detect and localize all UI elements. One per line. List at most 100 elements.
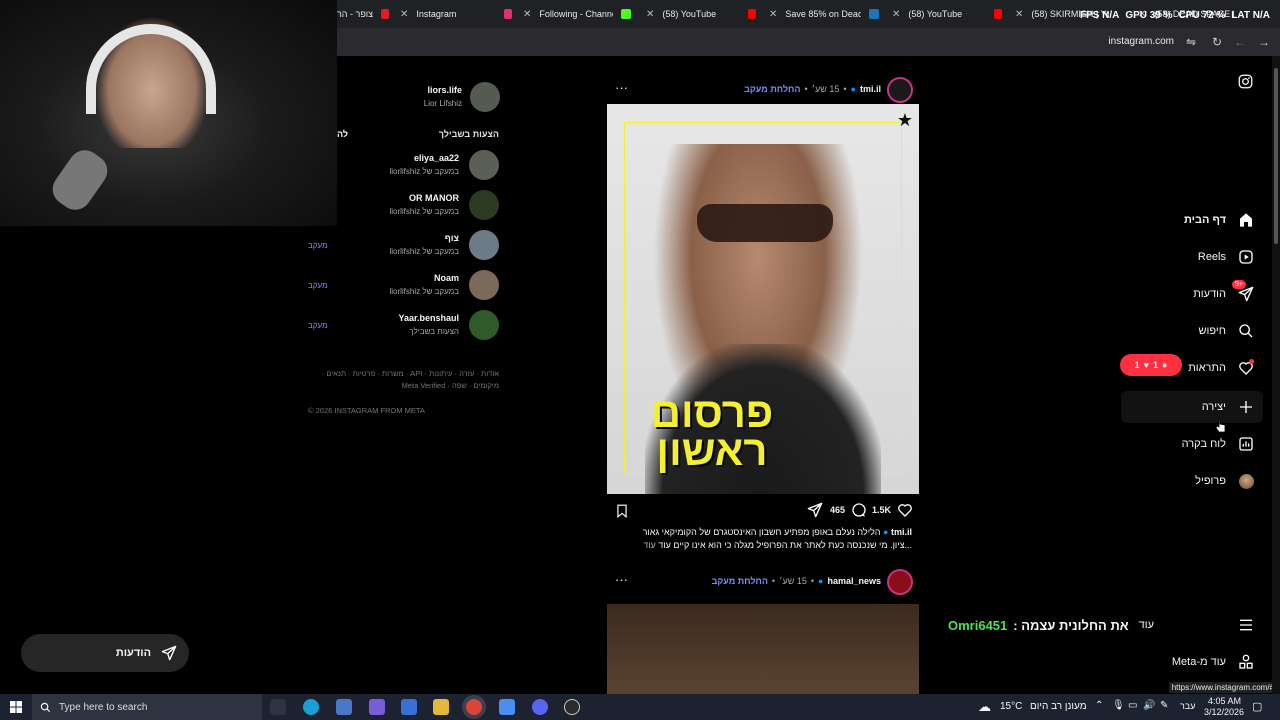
suggestion-username[interactable]: צוף bbox=[445, 233, 459, 243]
caption-username[interactable]: tmi.il bbox=[891, 527, 912, 537]
messages-pill[interactable]: הודעות bbox=[21, 634, 189, 672]
notification-bubble[interactable]: 1 ♥ 1 ● bbox=[1120, 354, 1182, 376]
profile-username[interactable]: liors.life bbox=[427, 85, 462, 95]
browser-tab[interactable]: ✕ Save 85% on Dead Sp bbox=[769, 0, 879, 28]
close-icon[interactable]: ✕ bbox=[1015, 9, 1023, 20]
store-icon[interactable] bbox=[336, 699, 352, 715]
browser-tab[interactable]: ✕ (58) YouTube bbox=[892, 0, 1002, 28]
follow-button[interactable]: החלחת מעקב bbox=[744, 84, 800, 94]
sidebar-item-messages[interactable]: +9 הודעות bbox=[1193, 280, 1254, 302]
notification-center-icon[interactable]: ▢ bbox=[1252, 700, 1262, 713]
post-username[interactable]: tmi.il bbox=[860, 84, 881, 94]
avatar[interactable] bbox=[469, 230, 499, 260]
scrollbar-thumb[interactable] bbox=[1274, 68, 1278, 244]
avatar[interactable] bbox=[469, 270, 499, 300]
status-url: https://www.instagram.com/# bbox=[1168, 682, 1277, 693]
file-explorer-icon[interactable] bbox=[433, 699, 449, 715]
likes-count[interactable]: 1.5K bbox=[872, 505, 891, 515]
tray-chevron-icon[interactable]: ⌃ bbox=[1095, 700, 1103, 711]
more-options-icon[interactable]: ··· bbox=[615, 80, 628, 95]
microphone-icon[interactable]: 🎙 bbox=[1112, 700, 1125, 711]
like-icon[interactable] bbox=[897, 502, 913, 518]
close-icon[interactable]: ✕ bbox=[400, 9, 408, 20]
caption-text: הלילה נעלם באופן מפתיע חשבון האינסטגרם ש… bbox=[642, 527, 881, 537]
clock-time[interactable]: 4:05 AM bbox=[1208, 696, 1241, 706]
sidebar-item-create[interactable]: יצירה bbox=[1202, 399, 1254, 415]
volume-icon[interactable]: 🔊 bbox=[1143, 700, 1155, 711]
follow-button[interactable]: מעקב bbox=[308, 241, 328, 250]
comments-count[interactable]: 465 bbox=[830, 505, 845, 515]
close-icon[interactable]: ✕ bbox=[892, 9, 900, 20]
verified-icon: ● bbox=[818, 576, 824, 586]
suggestion-row[interactable]: Yaar.benshaul הצעות בשבילך bbox=[309, 310, 499, 342]
suggestion-username[interactable]: eliya_aa22 bbox=[414, 153, 459, 163]
sidebar-item-profile[interactable]: פרופיל bbox=[1195, 473, 1254, 489]
suggestion-username[interactable]: Noam bbox=[434, 273, 459, 283]
caption-more-link[interactable]: עוד bbox=[643, 540, 656, 550]
instagram-logo-icon[interactable] bbox=[1238, 74, 1253, 89]
windows-start-icon[interactable] bbox=[10, 701, 22, 713]
more-options-icon[interactable]: ··· bbox=[615, 572, 628, 587]
url-field[interactable]: instagram.com bbox=[1108, 36, 1174, 47]
sidebar-item-search[interactable]: חיפוש bbox=[1199, 323, 1254, 339]
bookmark-icon[interactable] bbox=[615, 503, 629, 519]
app-icon[interactable] bbox=[499, 699, 515, 715]
close-icon[interactable]: ✕ bbox=[769, 9, 777, 20]
suggestion-row[interactable]: eliya_aa22 במעקב של liorlifshiz bbox=[309, 150, 499, 182]
sidebar-item-dashboard[interactable]: לוח בקרה bbox=[1182, 436, 1254, 452]
post-image[interactable]: פרסום ראשון ★ bbox=[607, 104, 919, 494]
taskbar-search[interactable]: Type here to search bbox=[32, 694, 262, 720]
close-icon[interactable]: ✕ bbox=[523, 9, 531, 20]
avatar[interactable] bbox=[469, 310, 499, 340]
close-icon[interactable]: ✕ bbox=[646, 9, 654, 20]
sidebar-item-meta[interactable]: עוד מ-Meta bbox=[1172, 654, 1254, 670]
site-settings-icon[interactable]: ⇋ bbox=[1186, 35, 1196, 49]
suggestion-username[interactable]: Yaar.benshaul bbox=[398, 313, 459, 323]
weather-temp[interactable]: 15°C bbox=[1000, 701, 1022, 712]
discord-icon[interactable] bbox=[532, 699, 548, 715]
chrome-icon[interactable] bbox=[466, 699, 482, 715]
weather-text[interactable]: מעונן רב היום bbox=[1030, 701, 1087, 712]
pen-icon[interactable]: ✎ bbox=[1160, 700, 1168, 711]
back-icon[interactable]: → bbox=[1258, 35, 1270, 49]
footer-links-line[interactable]: מיקומים · שפה · Meta Verified bbox=[309, 380, 499, 392]
sidebar-item-home[interactable]: דף הבית bbox=[1184, 212, 1254, 228]
task-view-icon[interactable] bbox=[270, 699, 286, 715]
browser-tab[interactable]: ✕ (58) YouTube bbox=[646, 0, 756, 28]
clock-date[interactable]: 3/12/2026 bbox=[1204, 707, 1244, 717]
reload-icon[interactable]: ↻ bbox=[1212, 35, 1222, 49]
post-image[interactable] bbox=[607, 604, 919, 694]
footer-links-line[interactable]: אודות · עזרה · עיתונות · API · משרות · פ… bbox=[309, 368, 499, 380]
scrollbar[interactable] bbox=[1272, 56, 1280, 694]
suggestion-row[interactable]: OR MANOR במעקב של liorlifshiz bbox=[309, 190, 499, 222]
office-icon[interactable] bbox=[401, 699, 417, 715]
suggestion-username[interactable]: OR MANOR bbox=[409, 193, 459, 203]
suggestion-subtitle: במעקב של liorlifshiz bbox=[389, 287, 459, 296]
browser-tab-instagram[interactable]: ✕ Instagram bbox=[400, 0, 512, 28]
suggestion-row[interactable]: צוף במעקב של liorlifshiz bbox=[309, 230, 499, 262]
comment-icon[interactable] bbox=[851, 502, 867, 518]
post-avatar[interactable] bbox=[887, 77, 913, 103]
avatar[interactable] bbox=[469, 190, 499, 220]
share-icon[interactable] bbox=[807, 502, 823, 518]
follow-button[interactable]: החלחת מעקב bbox=[712, 576, 768, 586]
copilot-icon[interactable] bbox=[369, 699, 385, 715]
edge-icon[interactable] bbox=[303, 699, 319, 715]
browser-tab[interactable]: צופר - הר bbox=[337, 0, 389, 28]
avatar[interactable] bbox=[470, 82, 500, 112]
network-icon[interactable]: ▭ bbox=[1128, 700, 1137, 711]
sidebar-item-reels[interactable]: Reels bbox=[1198, 249, 1254, 265]
sidebar-item-notifications[interactable]: התראות bbox=[1188, 359, 1254, 376]
language-indicator[interactable]: עבר bbox=[1180, 701, 1195, 711]
browser-tab[interactable]: ✕ Following - Channels bbox=[523, 0, 633, 28]
suggestion-row[interactable]: Noam במעקב של liorlifshiz bbox=[309, 270, 499, 302]
obs-icon[interactable] bbox=[564, 699, 580, 715]
forward-icon[interactable]: ← bbox=[1234, 35, 1246, 49]
see-all-link[interactable]: לה bbox=[337, 129, 348, 139]
post-avatar[interactable] bbox=[887, 569, 913, 595]
avatar[interactable] bbox=[469, 150, 499, 180]
follow-button[interactable]: מעקב bbox=[308, 281, 328, 290]
post-username[interactable]: hamal_news bbox=[827, 576, 881, 586]
sidebar-item-more[interactable]: עוד bbox=[1139, 617, 1254, 633]
follow-button[interactable]: מעקב bbox=[308, 321, 328, 330]
